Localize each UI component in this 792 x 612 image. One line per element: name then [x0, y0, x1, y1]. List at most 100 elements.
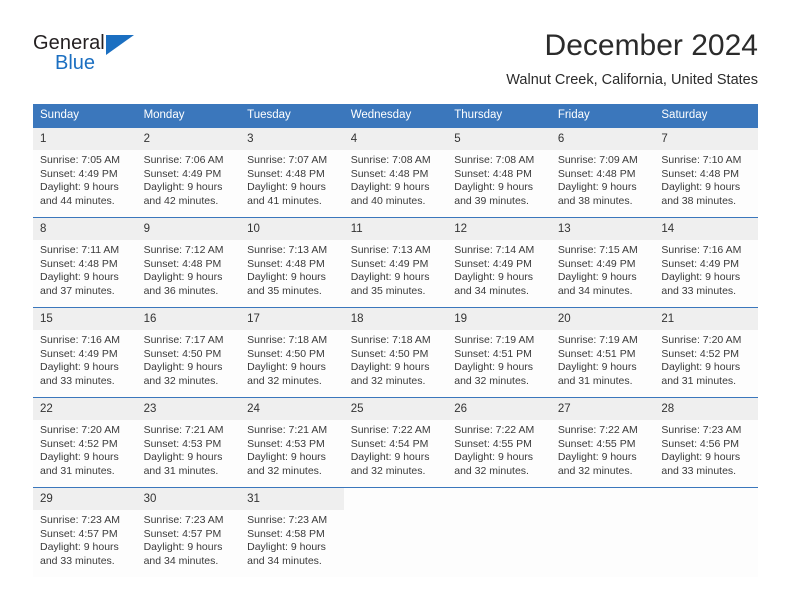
sunrise-text: Sunrise: 7:18 AM [247, 334, 328, 346]
weekday-header-tuesday: Tuesday [240, 104, 344, 127]
daylight-text-line2: and 31 minutes. [661, 374, 737, 387]
calendar-day-cell[interactable]: 5 Sunrise: 7:08 AM Sunset: 4:48 PM Daylight… [447, 127, 551, 217]
sunset-text: Sunset: 4:53 PM [247, 437, 325, 450]
calendar-day-cell[interactable]: 20 Sunrise: 7:19 AM Sunset: 4:51 PM Dayligh… [550, 307, 655, 397]
sunrise-text: Sunrise: 7:23 AM [40, 514, 120, 526]
calendar-day-cell[interactable]: 19 Sunrise: 7:19 AM Sunset: 4:51 PM Dayligh… [447, 307, 551, 397]
day-cell-inner: 30 Sunrise: 7:23 AM Sunset: 4:57 PM Dayligh… [136, 487, 241, 577]
calendar-day-cell[interactable]: 4 Sunrise: 7:08 AM Sunset: 4:48 PM Daylight… [343, 127, 448, 217]
day-cell-inner: 26 Sunrise: 7:22 AM Sunset: 4:55 PM Dayligh… [447, 397, 551, 487]
calendar-day-cell[interactable]: 9 Sunrise: 7:12 AM Sunset: 4:48 PM Daylight… [136, 217, 241, 307]
calendar-day-cell[interactable]: 23 Sunrise: 7:21 AM Sunset: 4:53 PM Dayligh… [136, 397, 241, 487]
calendar-day-cell[interactable]: 26 Sunrise: 7:22 AM Sunset: 4:55 PM Dayligh… [447, 397, 551, 487]
sunrise-text: Sunrise: 7:16 AM [661, 244, 742, 256]
sunset-text: Sunset: 4:48 PM [247, 257, 325, 270]
general-blue-logo[interactable]: General Blue [33, 32, 143, 80]
calendar-day-cell[interactable]: 8 Sunrise: 7:11 AM Sunset: 4:48 PM Daylight… [33, 217, 137, 307]
weekday-header-thursday: Thursday [447, 104, 551, 127]
sunrise-text: Sunrise: 7:19 AM [557, 334, 638, 346]
day-cell-inner: 11 Sunrise: 7:13 AM Sunset: 4:49 PM Dayligh… [343, 217, 448, 307]
daylight-text-line1: Daylight: 9 hours [143, 451, 223, 464]
day-number: 15 [33, 308, 137, 330]
day-sun-info: Sunrise: 7:19 AM Sunset: 4:51 PM Daylight:… [551, 330, 655, 388]
day-cell-inner: 28 Sunrise: 7:23 AM Sunset: 4:56 PM Dayligh… [654, 397, 758, 487]
weekday-header-saturday: Saturday [654, 104, 758, 127]
daylight-text-line2: and 32 minutes. [247, 374, 322, 387]
day-cell-inner: 15 Sunrise: 7:16 AM Sunset: 4:49 PM Dayligh… [33, 307, 137, 397]
calendar-day-cell[interactable]: 30 Sunrise: 7:23 AM Sunset: 4:57 PM Dayligh… [136, 487, 241, 577]
day-sun-info: Sunrise: 7:18 AM Sunset: 4:50 PM Daylight:… [344, 330, 448, 388]
daylight-text-line1: Daylight: 9 hours [557, 361, 637, 374]
calendar-day-cell[interactable]: 28 Sunrise: 7:23 AM Sunset: 4:56 PM Dayligh… [654, 397, 758, 487]
sunrise-text: Sunrise: 7:15 AM [557, 244, 638, 256]
day-sun-info: Sunrise: 7:18 AM Sunset: 4:50 PM Daylight:… [240, 330, 344, 388]
calendar-day-cell[interactable]: 24 Sunrise: 7:21 AM Sunset: 4:53 PM Dayligh… [240, 397, 344, 487]
day-number: 14 [654, 218, 758, 240]
day-number: 20 [550, 308, 655, 330]
sunset-text: Sunset: 4:54 PM [350, 437, 429, 450]
calendar-day-cell[interactable]: 17 Sunrise: 7:18 AM Sunset: 4:50 PM Dayligh… [240, 307, 344, 397]
calendar-day-cell[interactable]: 2 Sunrise: 7:06 AM Sunset: 4:49 PM Daylight… [136, 127, 241, 217]
calendar-day-cell[interactable]: 25 Sunrise: 7:22 AM Sunset: 4:54 PM Dayligh… [343, 397, 448, 487]
sunset-text: Sunset: 4:53 PM [143, 437, 222, 450]
sunset-text: Sunset: 4:50 PM [247, 347, 325, 360]
day-number: 12 [447, 218, 551, 240]
day-number: 5 [447, 128, 551, 150]
daylight-text-line2: and 36 minutes. [143, 284, 219, 297]
day-sun-info: Sunrise: 7:21 AM Sunset: 4:53 PM Daylight:… [137, 420, 241, 478]
calendar-day-cell[interactable]: 31 Sunrise: 7:23 AM Sunset: 4:58 PM Dayligh… [240, 487, 344, 577]
sunset-text: Sunset: 4:48 PM [350, 167, 429, 180]
calendar-day-cell[interactable]: 29 Sunrise: 7:23 AM Sunset: 4:57 PM Dayligh… [33, 487, 137, 577]
calendar-day-cell[interactable]: 14 Sunrise: 7:16 AM Sunset: 4:49 PM Dayligh… [654, 217, 758, 307]
day-sun-info: Sunrise: 7:08 AM Sunset: 4:48 PM Daylight:… [344, 150, 448, 208]
calendar-day-cell[interactable]: 13 Sunrise: 7:15 AM Sunset: 4:49 PM Dayligh… [550, 217, 655, 307]
calendar-day-cell[interactable]: 11 Sunrise: 7:13 AM Sunset: 4:49 PM Dayligh… [343, 217, 448, 307]
sunrise-text: Sunrise: 7:13 AM [350, 244, 431, 256]
daylight-text-line1: Daylight: 9 hours [247, 541, 326, 554]
calendar-day-cell[interactable]: 6 Sunrise: 7:09 AM Sunset: 4:48 PM Daylight… [550, 127, 655, 217]
daylight-text-line2: and 32 minutes. [557, 464, 633, 477]
calendar-day-cell[interactable]: 22 Sunrise: 7:20 AM Sunset: 4:52 PM Dayligh… [33, 397, 137, 487]
day-cell-inner: 7 Sunrise: 7:10 AM Sunset: 4:48 PM Daylight… [654, 127, 758, 217]
sunrise-text: Sunrise: 7:20 AM [40, 424, 120, 436]
calendar-day-cell[interactable]: 27 Sunrise: 7:22 AM Sunset: 4:55 PM Dayligh… [550, 397, 655, 487]
daylight-text-line2: and 33 minutes. [661, 284, 737, 297]
calendar-day-cell[interactable]: 15 Sunrise: 7:16 AM Sunset: 4:49 PM Dayligh… [33, 307, 137, 397]
day-cell-inner: 19 Sunrise: 7:19 AM Sunset: 4:51 PM Dayligh… [447, 307, 551, 397]
day-cell-inner: 8 Sunrise: 7:11 AM Sunset: 4:48 PM Daylight… [33, 217, 137, 307]
calendar-week-row: 29 Sunrise: 7:23 AM Sunset: 4:57 PM Dayligh… [33, 487, 758, 577]
calendar-day-cell[interactable]: 16 Sunrise: 7:17 AM Sunset: 4:50 PM Dayligh… [136, 307, 241, 397]
calendar-day-cell[interactable]: 18 Sunrise: 7:18 AM Sunset: 4:50 PM Dayligh… [343, 307, 448, 397]
day-number: 16 [136, 308, 241, 330]
sunrise-text: Sunrise: 7:10 AM [661, 154, 742, 166]
calendar-day-cell[interactable]: 21 Sunrise: 7:20 AM Sunset: 4:52 PM Dayligh… [654, 307, 758, 397]
daylight-text-line1: Daylight: 9 hours [350, 361, 430, 374]
day-sun-info: Sunrise: 7:23 AM Sunset: 4:56 PM Daylight:… [654, 420, 758, 478]
daylight-text-line2: and 34 minutes. [454, 284, 529, 297]
sunrise-text: Sunrise: 7:13 AM [247, 244, 328, 256]
sunset-text: Sunset: 4:48 PM [143, 257, 222, 270]
day-sun-info: Sunrise: 7:13 AM Sunset: 4:48 PM Daylight:… [240, 240, 344, 298]
day-sun-info: Sunrise: 7:23 AM Sunset: 4:57 PM Daylight:… [33, 510, 137, 568]
calendar-day-cell[interactable]: 12 Sunrise: 7:14 AM Sunset: 4:49 PM Dayligh… [447, 217, 551, 307]
calendar-day-cell[interactable]: 7 Sunrise: 7:10 AM Sunset: 4:48 PM Daylight… [654, 127, 758, 217]
calendar-day-cell-empty [550, 487, 655, 577]
triangle-icon [106, 35, 134, 55]
daylight-text-line1: Daylight: 9 hours [143, 541, 223, 554]
sunset-text: Sunset: 4:48 PM [40, 257, 118, 270]
calendar-day-cell[interactable]: 3 Sunrise: 7:07 AM Sunset: 4:48 PM Daylight… [240, 127, 344, 217]
logo-word-blue: Blue [55, 52, 96, 74]
day-sun-info: Sunrise: 7:16 AM Sunset: 4:49 PM Daylight:… [654, 240, 758, 298]
day-cell-inner [550, 487, 655, 577]
daylight-text-line2: and 34 minutes. [247, 554, 322, 567]
day-number: 13 [550, 218, 655, 240]
day-sun-info: Sunrise: 7:20 AM Sunset: 4:52 PM Daylight:… [654, 330, 758, 388]
calendar-day-cell[interactable]: 10 Sunrise: 7:13 AM Sunset: 4:48 PM Dayligh… [240, 217, 344, 307]
page-header: General Blue December 2024 Walnut Creek,… [33, 28, 758, 94]
sunset-text: Sunset: 4:55 PM [557, 437, 636, 450]
sunrise-text: Sunrise: 7:23 AM [661, 424, 742, 436]
calendar-day-cell-empty [654, 487, 758, 577]
calendar-day-cell[interactable]: 1 Sunrise: 7:05 AM Sunset: 4:49 PM Daylight… [33, 127, 137, 217]
sunrise-text: Sunrise: 7:14 AM [454, 244, 535, 256]
day-sun-info: Sunrise: 7:13 AM Sunset: 4:49 PM Daylight:… [344, 240, 448, 298]
